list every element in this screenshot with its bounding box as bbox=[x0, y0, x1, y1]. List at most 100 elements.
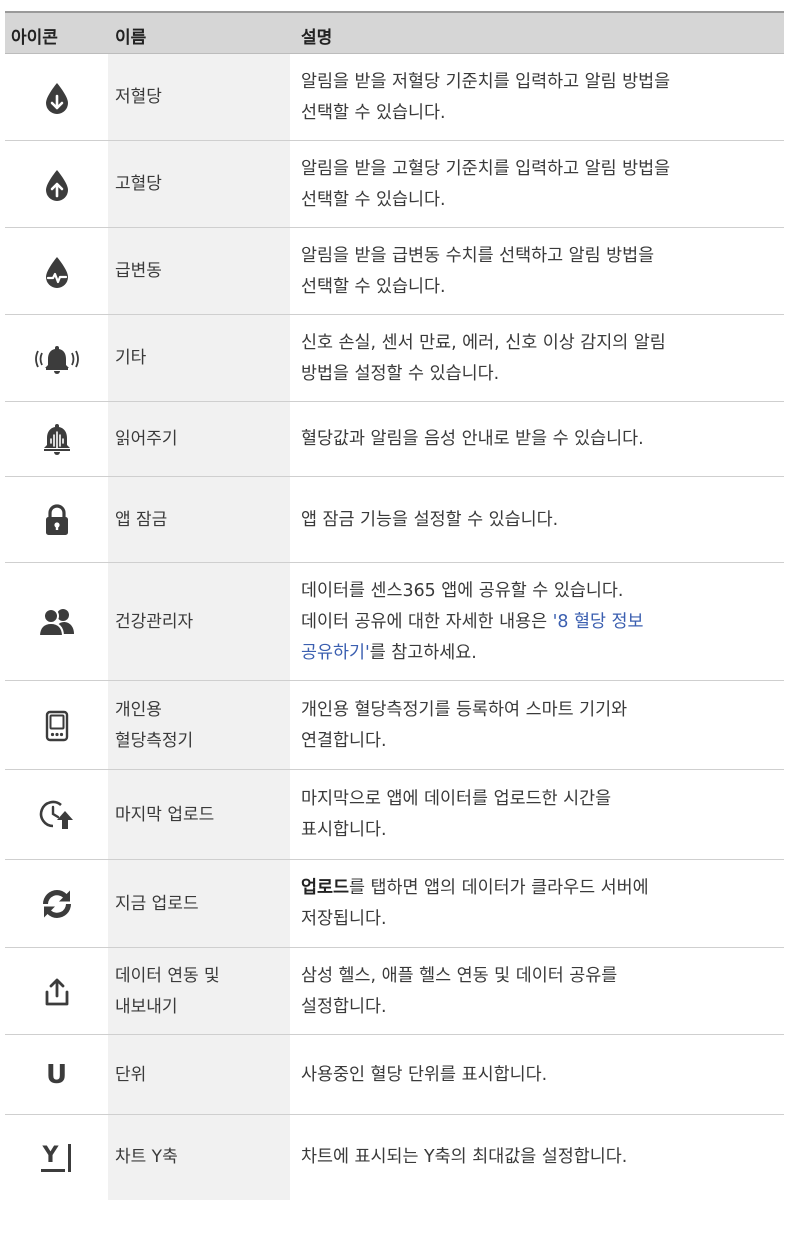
description-line: 마지막으로 앱에 데이터를 업로드한 시간을 bbox=[301, 784, 611, 815]
row-name-cell: 차트 Y축 bbox=[108, 1115, 290, 1200]
description-text: 설정합니다. bbox=[301, 996, 387, 1017]
unit-u-icon: U bbox=[45, 1060, 68, 1090]
description-line: 연결합니다. bbox=[301, 726, 627, 757]
row-description-cell: 신호 손실, 센서 만료, 에러, 신호 이상 감지의 알림방법을 설정할 수 … bbox=[290, 315, 784, 402]
row-description-cell: 알림을 받을 고혈당 기준치를 입력하고 알림 방법을선택할 수 있습니다. bbox=[290, 141, 784, 228]
row-name-cell: 고혈당 bbox=[108, 141, 290, 228]
row-name-label: 급변동 bbox=[115, 261, 162, 281]
header-desc-label: 설명 bbox=[301, 28, 333, 48]
row-name-cell: 마지막 업로드 bbox=[108, 770, 290, 860]
table-row: 지금 업로드 업로드를 탭하면 앱의 데이터가 클라우드 서버에저장됩니다. bbox=[5, 860, 784, 948]
description-text: 연결합니다. bbox=[301, 730, 387, 751]
description-text: 차트에 표시되는 Y축의 최대값을 설정합니다. bbox=[301, 1147, 628, 1167]
description-line: 방법을 설정할 수 있습니다. bbox=[301, 359, 666, 390]
row-name-label: 데이터 연동 및 내보내기 bbox=[115, 965, 220, 1017]
description-line: 삼성 헬스, 애플 헬스 연동 및 데이터 공유를 bbox=[301, 961, 617, 992]
row-name-label: 단위 bbox=[115, 1064, 147, 1085]
description-text: 저장됩니다. bbox=[301, 909, 387, 929]
row-name-cell: 건강관리자 bbox=[108, 563, 290, 681]
row-description-cell: 사용중인 혈당 단위를 표시합니다. bbox=[290, 1035, 784, 1115]
users-icon bbox=[5, 563, 108, 681]
sync-icon bbox=[5, 860, 108, 948]
row-description-cell: 데이터를 센스365 앱에 공유할 수 있습니다. 데이터 공유에 대한 자세한 … bbox=[290, 563, 784, 681]
table-row: 앱 잠금 앱 잠금 기능을 설정할 수 있습니다. bbox=[5, 477, 784, 563]
description-line: 사용중인 혈당 단위를 표시합니다. bbox=[301, 1060, 547, 1091]
description-line: 데이터를 센스365 앱에 공유할 수 있습니다. bbox=[301, 576, 644, 607]
row-name-cell: 급변동 bbox=[108, 228, 290, 315]
row-description-cell: 혈당값과 알림을 음성 안내로 받을 수 있습니다. bbox=[290, 402, 784, 477]
row-name-cell: 기타 bbox=[108, 315, 290, 402]
drop-down-arrow-icon bbox=[5, 54, 108, 141]
row-name-label: 고혈당 bbox=[115, 174, 162, 194]
description-line: 신호 손실, 센서 만료, 에러, 신호 이상 감지의 알림 bbox=[301, 328, 666, 359]
table-row: 급변동 알림을 받을 급변동 수치를 선택하고 알림 방법을 선택할 수 있습니다. bbox=[5, 228, 784, 315]
table-row: 데이터 연동 및 내보내기 삼성 헬스, 애플 헬스 연동 및 데이터 공유를설정… bbox=[5, 948, 784, 1035]
description-line: 저장됩니다. bbox=[301, 904, 649, 935]
description-text: 를 탭하면 앱의 데이터가 클라우드 서버에 bbox=[349, 878, 649, 898]
clock-upload-icon bbox=[5, 770, 108, 860]
chart-y-axis-icon: Y bbox=[5, 1115, 108, 1200]
description-text: 방법을 설정할 수 있습니다. bbox=[301, 363, 500, 384]
description-text: 마지막으로 앱에 데이터를 업로드한 시간을 bbox=[301, 789, 612, 809]
header-name-label: 이름 bbox=[115, 28, 147, 48]
row-name-label: 건강관리자 bbox=[115, 611, 194, 632]
row-description-cell: 차트에 표시되는 Y축의 최대값을 설정합니다. bbox=[290, 1115, 784, 1200]
row-description-cell: 업로드를 탭하면 앱의 데이터가 클라우드 서버에저장됩니다. bbox=[290, 860, 784, 948]
share-export-icon bbox=[5, 948, 108, 1035]
table-row: 개인용 혈당측정기 개인용 혈당측정기를 등록하여 스마트 기기와연결합니다. bbox=[5, 681, 784, 770]
row-name-cell: 저혈당 bbox=[108, 54, 290, 141]
row-name-label: 개인용 혈당측정기 bbox=[115, 699, 194, 751]
description-text: 알림을 받을 저혈당 기준치를 입력하고 알림 방법을 bbox=[301, 71, 671, 92]
description-line: 설정합니다. bbox=[301, 992, 617, 1023]
description-text: 개인용 혈당측정기를 등록하여 스마트 기기와 bbox=[301, 699, 628, 720]
row-name-label: 읽어주기 bbox=[115, 429, 178, 449]
row-description-cell: 알림을 받을 급변동 수치를 선택하고 알림 방법을 선택할 수 있습니다. bbox=[290, 228, 784, 315]
row-name-cell: 지금 업로드 bbox=[108, 860, 290, 948]
row-name-cell: 개인용 혈당측정기 bbox=[108, 681, 290, 770]
description-line: 선택할 수 있습니다. bbox=[301, 98, 670, 129]
description-line: 데이터 공유에 대한 자세한 내용은 '8 혈당 정보 bbox=[301, 607, 644, 638]
table-row: 마지막 업로드 마지막으로 앱에 데이터를 업로드한 시간을표시합니다. bbox=[5, 770, 784, 860]
row-description-cell: 개인용 혈당측정기를 등록하여 스마트 기기와연결합니다. bbox=[290, 681, 784, 770]
header-icon-label: 아이콘 bbox=[11, 28, 58, 48]
description-text: 표시합니다. bbox=[301, 820, 387, 840]
drop-pulse-icon bbox=[5, 228, 108, 315]
description-line: 알림을 받을 저혈당 기준치를 입력하고 알림 방법을 bbox=[301, 67, 670, 98]
description-line: 선택할 수 있습니다. bbox=[301, 185, 670, 216]
row-description-cell: 알림을 받을 저혈당 기준치를 입력하고 알림 방법을선택할 수 있습니다. bbox=[290, 54, 784, 141]
description-text: 데이터 공유에 대한 자세한 내용은 bbox=[301, 611, 553, 632]
description-text: 삼성 헬스, 애플 헬스 연동 및 데이터 공유를 bbox=[301, 965, 618, 986]
description-line: 차트에 표시되는 Y축의 최대값을 설정합니다. bbox=[301, 1142, 627, 1173]
row-name-cell: 읽어주기 bbox=[108, 402, 290, 477]
description-line: 표시합니다. bbox=[301, 815, 611, 846]
emphasized-term: 업로드 bbox=[301, 878, 349, 898]
table-row: Y 차트 Y축 차트에 표시되는 Y축의 최대값을 설정합니다. bbox=[5, 1115, 784, 1200]
table-row: U 단위 사용중인 혈당 단위를 표시합니다. bbox=[5, 1035, 784, 1115]
ringing-bell-icon bbox=[5, 315, 108, 402]
description-text: 알림을 받을 급변동 수치를 선택하고 알림 방법을 bbox=[301, 245, 655, 266]
row-description-cell: 삼성 헬스, 애플 헬스 연동 및 데이터 공유를설정합니다. bbox=[290, 948, 784, 1035]
table-row: 기타 신호 손실, 센서 만료, 에러, 신호 이상 감지의 알림 방법을 설정할 … bbox=[5, 315, 784, 402]
section-reference-link[interactable]: '8 혈당 정보 bbox=[553, 612, 644, 632]
description-text: 알림을 받을 고혈당 기준치를 입력하고 알림 방법을 bbox=[301, 158, 671, 179]
drop-up-arrow-icon bbox=[5, 141, 108, 228]
row-name-cell: 데이터 연동 및 내보내기 bbox=[108, 948, 290, 1035]
lock-icon bbox=[5, 477, 108, 563]
description-line: 앱 잠금 기능을 설정할 수 있습니다. bbox=[301, 505, 558, 536]
description-line: 알림을 받을 급변동 수치를 선택하고 알림 방법을 bbox=[301, 241, 654, 272]
row-name-label: 지금 업로드 bbox=[115, 893, 199, 914]
description-line: 개인용 혈당측정기를 등록하여 스마트 기기와 bbox=[301, 695, 627, 726]
description-text: 데이터를 센스365 앱에 공유할 수 있습니다. bbox=[301, 580, 624, 601]
description-text: 를 참고하세요. bbox=[369, 642, 477, 663]
description-text: 앱 잠금 기능을 설정할 수 있습니다. bbox=[301, 509, 559, 530]
row-name-label: 마지막 업로드 bbox=[115, 804, 215, 825]
description-line: 혈당값과 알림을 음성 안내로 받을 수 있습니다. bbox=[301, 424, 644, 455]
row-name-cell: 앱 잠금 bbox=[108, 477, 290, 563]
row-name-label: 앱 잠금 bbox=[115, 509, 168, 530]
row-name-cell: 단위 bbox=[108, 1035, 290, 1115]
description-line: 업로드를 탭하면 앱의 데이터가 클라우드 서버에 bbox=[301, 873, 649, 904]
meter-device-icon bbox=[5, 681, 108, 770]
row-description-cell: 앱 잠금 기능을 설정할 수 있습니다. bbox=[290, 477, 784, 563]
section-reference-link[interactable]: 공유하기' bbox=[301, 643, 370, 663]
table-row: 건강관리자 데이터를 센스365 앱에 공유할 수 있습니다. 데이터 공유에 대한… bbox=[5, 563, 784, 681]
